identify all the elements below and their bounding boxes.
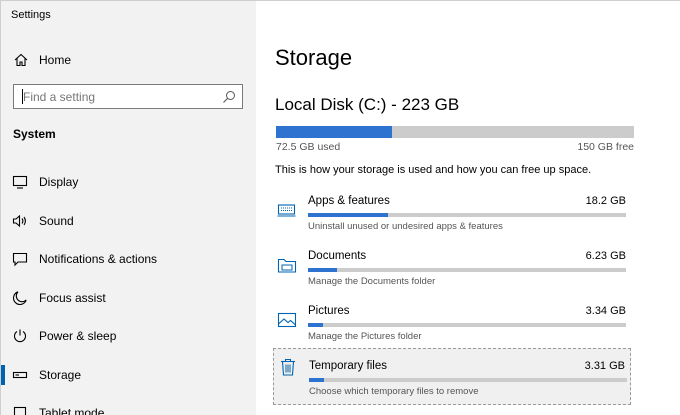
main-content: Storage Local Disk (C:) - 223 GB 72.5 GB… bbox=[256, 1, 680, 415]
page-title: Storage bbox=[275, 45, 353, 70]
category-usage-fill bbox=[309, 378, 324, 382]
sidebar-item-label: Storage bbox=[39, 367, 82, 382]
category-usage-bar bbox=[308, 268, 626, 272]
sidebar-item-focus-assist[interactable]: Focus assist bbox=[1, 279, 256, 318]
storage-description: This is how your storage is used and how… bbox=[275, 164, 592, 176]
nav-list: Display Sound Notifications & actions Fo… bbox=[1, 163, 256, 415]
sidebar-item-sound[interactable]: Sound bbox=[1, 202, 256, 241]
category-subtitle: Manage the Pictures folder bbox=[308, 331, 422, 342]
display-icon bbox=[12, 174, 28, 190]
category-usage-bar bbox=[309, 378, 627, 382]
category-documents[interactable]: Documents 6.23 GB Manage the Documents f… bbox=[273, 247, 631, 301]
sidebar-item-label: Power & sleep bbox=[39, 329, 117, 343]
sidebar-item-notifications[interactable]: Notifications & actions bbox=[1, 240, 256, 279]
sidebar-item-tablet-mode[interactable]: Tablet mode bbox=[1, 394, 256, 415]
sidebar-item-label: Home bbox=[39, 53, 72, 67]
search-box[interactable] bbox=[13, 84, 243, 109]
sidebar-item-label: Tablet mode bbox=[39, 406, 105, 415]
category-name: Pictures bbox=[308, 305, 350, 317]
category-usage-fill bbox=[308, 213, 388, 217]
category-subtitle: Uninstall unused or undesired apps & fea… bbox=[308, 221, 503, 232]
apps-icon bbox=[277, 200, 297, 220]
category-usage-fill bbox=[308, 268, 337, 272]
category-usage-bar bbox=[308, 213, 626, 217]
category-size: 6.23 GB bbox=[585, 250, 626, 262]
category-subtitle: Choose which temporary files to remove bbox=[309, 386, 479, 397]
home-icon bbox=[13, 52, 29, 68]
search-input[interactable] bbox=[15, 86, 215, 107]
disk-usage-bar bbox=[276, 126, 634, 138]
category-subtitle: Manage the Documents folder bbox=[308, 276, 436, 287]
disk-title: Local Disk (C:) - 223 GB bbox=[275, 95, 460, 114]
sidebar-item-label: Notifications & actions bbox=[39, 252, 158, 266]
sidebar-item-label: Sound bbox=[39, 213, 74, 228]
tablet-mode-icon bbox=[12, 405, 28, 415]
category-size: 18.2 GB bbox=[585, 195, 626, 207]
app-title: Settings bbox=[11, 9, 51, 21]
category-apps-features[interactable]: Apps & features 18.2 GB Uninstall unused… bbox=[273, 192, 631, 246]
category-usage-fill bbox=[308, 323, 323, 327]
category-temporary-files[interactable]: Temporary files 3.31 GB Choose which tem… bbox=[273, 348, 631, 405]
section-heading: System bbox=[13, 127, 56, 141]
speaker-icon bbox=[12, 213, 28, 229]
notifications-icon bbox=[12, 251, 28, 267]
category-name: Temporary files bbox=[309, 360, 387, 372]
documents-folder-icon bbox=[277, 255, 297, 275]
sidebar-item-display[interactable]: Display bbox=[1, 163, 256, 202]
sidebar: Settings Home System Display Sound bbox=[1, 1, 256, 415]
used-space-label: 72.5 GB used bbox=[276, 141, 341, 153]
moon-icon bbox=[12, 290, 28, 306]
disk-usage-fill bbox=[276, 126, 393, 138]
pictures-icon bbox=[277, 310, 297, 330]
free-space-label: 150 GB free bbox=[577, 141, 634, 153]
category-usage-bar bbox=[308, 323, 626, 327]
category-size: 3.31 GB bbox=[584, 360, 625, 372]
sidebar-item-home[interactable]: Home bbox=[1, 46, 256, 74]
power-icon bbox=[12, 328, 28, 344]
sidebar-item-power-sleep[interactable]: Power & sleep bbox=[1, 317, 256, 356]
sidebar-item-label: Display bbox=[39, 175, 79, 189]
trash-icon bbox=[278, 357, 298, 377]
category-size: 3.34 GB bbox=[585, 305, 626, 317]
category-name: Apps & features bbox=[308, 195, 390, 207]
category-name: Documents bbox=[308, 250, 367, 262]
storage-icon bbox=[12, 367, 28, 383]
search-icon[interactable] bbox=[222, 90, 236, 104]
sidebar-item-label: Focus assist bbox=[39, 290, 106, 305]
sidebar-item-storage[interactable]: Storage bbox=[1, 356, 256, 395]
